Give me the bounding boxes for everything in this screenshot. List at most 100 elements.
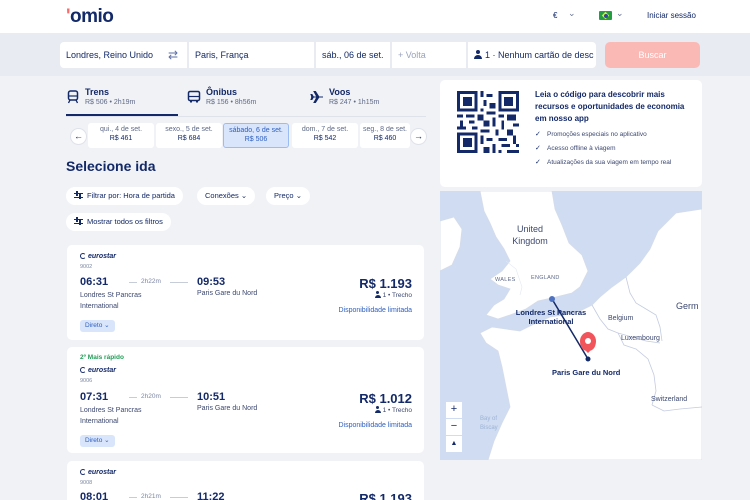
train-icon	[67, 90, 79, 104]
next-date-button[interactable]: →	[410, 128, 427, 145]
arrival-time: 09:53	[197, 276, 226, 288]
date-chip-price: R$ 506	[244, 136, 268, 143]
check-icon: ✓	[535, 159, 541, 166]
tab-bus[interactable]: Ônibus R$ 156 • 8h56m	[187, 85, 297, 115]
filter-label: Preço	[274, 191, 294, 200]
date-chip[interactable]: seg., 8 de set. R$ 460	[360, 123, 410, 148]
chevron-down-icon: ⌄	[240, 191, 248, 200]
passenger-label: 1 • Trecho	[382, 292, 412, 299]
plane-icon	[310, 91, 323, 103]
brand-name: eurostar	[88, 367, 117, 374]
date-chip[interactable]: sexo., 5 de set. R$ 684	[156, 123, 222, 148]
map-label-origin: Londres St Pancras International	[515, 308, 587, 326]
availability-note: Disponibilidade limitada	[338, 422, 412, 429]
passenger-info: 1 • Trecho	[374, 406, 412, 414]
prev-date-button[interactable]: ←	[70, 128, 87, 145]
filter-connections[interactable]: Conexões ⌄	[197, 187, 256, 205]
login-link[interactable]: Iniciar sessão	[647, 11, 696, 20]
promo-item: ✓ Promoções especiais no aplicativo	[535, 130, 695, 140]
arrow-left-icon: ←	[74, 131, 83, 141]
tab-label: Ônibus	[206, 87, 237, 97]
app-promo-panel: Leia o código para descobrir mais recurs…	[440, 80, 702, 187]
arrival-station: Paris Gare du Nord	[197, 290, 258, 297]
date-chip-day: sábado, 6 de set.	[229, 127, 283, 134]
direct-badge[interactable]: Direto ⌄	[80, 320, 115, 332]
direct-label: Direto	[85, 322, 103, 329]
bus-icon	[187, 90, 201, 103]
date-chip-price: R$ 542	[313, 135, 337, 142]
chevron-down-icon: ⌄	[295, 191, 302, 200]
return-date-input[interactable]: + Volta	[392, 42, 466, 68]
duration-line	[129, 282, 137, 283]
eurostar-icon	[80, 253, 86, 259]
compass-icon[interactable]: ▲	[446, 436, 462, 452]
search-bar: Londres, Reino Unido ⇄ Paris, França sáb…	[0, 33, 750, 76]
sliders-icon	[74, 217, 83, 225]
duration-line	[170, 282, 188, 283]
price: R$ 1.012	[359, 391, 412, 406]
date-chip-day: qui., 4 de set.	[99, 126, 143, 133]
date-chip[interactable]: qui., 4 de set. R$ 461	[88, 123, 154, 148]
map-label-belgium: Belgium	[608, 315, 634, 322]
chevron-down-icon[interactable]: ⌄	[616, 8, 624, 19]
tab-price-duration: R$ 156 • 8h56m	[206, 99, 257, 106]
passenger-info: 1 • Trecho	[374, 291, 412, 299]
duration-line	[129, 397, 137, 398]
result-card[interactable]: eurostar 9008 08:01 2h21m 11:22 R$ 1.193	[67, 461, 424, 500]
filter-label: Conexões	[205, 191, 239, 200]
direct-badge[interactable]: Direto ⌄	[80, 435, 115, 447]
arrival-time: 10:51	[197, 391, 226, 403]
departure-station: Londres St Pancras International	[80, 292, 142, 310]
route-map[interactable]: United Kingdom WALES ENGLAND Londres St …	[440, 191, 702, 460]
filter-price[interactable]: Preço ⌄	[266, 187, 310, 205]
train-number: 9008	[80, 480, 93, 486]
map-label-england: ENGLAND	[531, 275, 560, 281]
zoom-out-button[interactable]: −	[446, 419, 462, 435]
promo-item-label: Acesso offline à viagem	[547, 145, 616, 152]
departure-time: 06:31	[80, 276, 109, 288]
eurostar-icon	[80, 367, 86, 373]
availability-note: Disponibilidade limitada	[338, 307, 412, 314]
brazil-flag-icon[interactable]	[599, 11, 612, 20]
filter-label: Filtrar por: Hora de partida	[87, 191, 175, 200]
departure-time: 07:31	[80, 391, 109, 403]
tab-trains[interactable]: Trens R$ 506 • 2h19m	[66, 85, 178, 115]
tab-flights[interactable]: Voos R$ 247 • 1h15m	[310, 85, 420, 115]
search-button[interactable]: Buscar	[605, 42, 700, 68]
show-all-filters-button[interactable]: Mostrar todos os filtros	[66, 213, 171, 231]
map-label-uk: United Kingdom	[512, 224, 548, 246]
person-icon	[374, 406, 381, 413]
date-chip-price: R$ 684	[177, 135, 201, 142]
promo-title: Leia o código para descobrir mais recurs…	[535, 90, 685, 123]
zoom-in-button[interactable]: +	[446, 402, 462, 418]
currency-selector[interactable]: €	[553, 11, 557, 20]
map-label-switzerland: Switzerland	[651, 396, 688, 403]
omio-logo[interactable]: 'omio	[66, 6, 114, 28]
promo-item: ✓ Atualizações da sua viagem em tempo rea…	[535, 158, 695, 168]
filter-departure-time[interactable]: Filtrar por: Hora de partida	[66, 187, 183, 205]
result-card[interactable]: eurostar 9002 06:31 2h22m 09:53 Londres …	[67, 245, 424, 340]
trip-duration: 2h21m	[141, 493, 161, 500]
passengers-input[interactable]: 1 · Nenhum cartão de desc	[468, 42, 596, 68]
filter-label: Mostrar todos os filtros	[87, 217, 163, 226]
date-chip-selected[interactable]: sábado, 6 de set. R$ 506	[223, 123, 289, 148]
brand-name: eurostar	[88, 253, 117, 260]
chevron-down-icon[interactable]: ⌄	[568, 8, 576, 19]
person-icon	[474, 50, 482, 59]
to-input[interactable]: Paris, França	[189, 42, 314, 68]
departure-date-input[interactable]: sáb., 06 de set.	[316, 42, 390, 68]
eurostar-icon	[80, 469, 86, 475]
date-chip-day: dom., 7 de set.	[301, 126, 349, 133]
duration-line	[129, 497, 137, 498]
qr-code[interactable]	[457, 91, 519, 153]
date-chip[interactable]: dom., 7 de set. R$ 542	[292, 123, 358, 148]
date-chip-price: R$ 460	[373, 135, 397, 142]
result-card[interactable]: 2º Mais rápido eurostar 9006 07:31 2h20m…	[67, 347, 424, 453]
eurostar-logo: eurostar	[80, 367, 116, 374]
map-label-destination: Paris Gare du Nord	[552, 368, 621, 377]
map-label-luxembourg: Luxembourg	[621, 335, 660, 342]
train-number: 9002	[80, 264, 93, 270]
swap-icon[interactable]: ⇄	[168, 48, 178, 62]
duration-line	[170, 497, 188, 498]
arrival-station: Paris Gare du Nord	[197, 405, 258, 412]
